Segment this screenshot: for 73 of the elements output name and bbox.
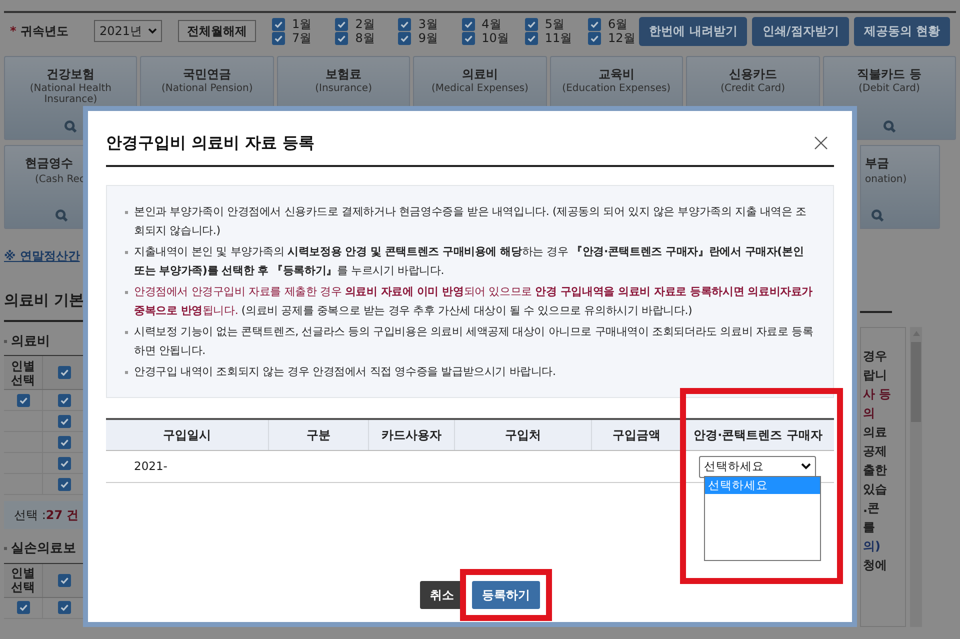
column-header: 인별 선택 (10, 358, 36, 388)
category-tile[interactable]: 부금 onation) (860, 145, 940, 229)
checkbox[interactable] (524, 18, 538, 30)
search-icon (55, 209, 68, 222)
month-label: 8월 (355, 30, 375, 47)
search-icon (64, 120, 78, 133)
month-label: 4월 (482, 16, 502, 33)
notice-panel: 경우 랍니 사 등 의 의료 공제 출한 있습 .콘 를 의) 청에 (860, 327, 906, 627)
year-select[interactable]: 2021년 (94, 20, 162, 42)
month-label: 6월 (608, 16, 628, 33)
checkbox[interactable] (16, 394, 30, 406)
checkbox[interactable] (398, 18, 412, 30)
month-label: 9월 (418, 30, 438, 47)
info-link[interactable]: ※ 연말정산간 (4, 249, 80, 263)
clear-months-button[interactable]: 전체월해제 (178, 20, 256, 42)
toolbar-button[interactable]: 한번에 내려받기 (639, 16, 748, 46)
checkbox[interactable] (588, 32, 602, 44)
column-header: 안경·콘택트렌즈 구매자 (681, 420, 834, 450)
table-cell-text: 2021- (133, 458, 168, 475)
checkbox[interactable] (58, 366, 70, 379)
column-header: 구분 (268, 420, 368, 450)
checkbox[interactable] (16, 601, 30, 614)
checkbox[interactable] (58, 394, 70, 406)
column-header: 구입일시 (162, 427, 212, 444)
month-label: 10월 (482, 30, 509, 47)
search-icon (871, 209, 884, 222)
close-button[interactable] (814, 135, 830, 151)
checkbox[interactable] (462, 18, 475, 30)
checkbox[interactable] (524, 32, 538, 44)
chevron-down-icon (148, 28, 158, 34)
month-label: 3월 (418, 16, 438, 33)
scroll-thumb[interactable] (911, 342, 921, 422)
checkbox[interactable] (588, 18, 602, 30)
notice-text: 지출내역이 본인 및 부양가족의 시력보정용 안경 및 콘택트렌즈 구매비용에 해당하는 경우 『안경·콘택트렌즈 구매자』란에서 구매자(본인 또는 부양가족)를 선택한 후 『등록하기』를 누르시기 바랍니다. (134, 244, 805, 279)
checkbox[interactable] (58, 601, 70, 614)
checkbox[interactable] (58, 436, 70, 448)
checkbox[interactable] (398, 32, 412, 44)
subsection-title: 의료비 (11, 332, 50, 350)
column-header: 인별 선택 (10, 565, 36, 596)
checkbox[interactable] (272, 32, 286, 44)
column-header: 구입금액 (591, 420, 681, 450)
toolbar-button[interactable]: 제공동의 현황 (854, 16, 950, 46)
checkbox[interactable] (335, 32, 348, 44)
year-label: * 귀속년도 (10, 23, 68, 40)
checkbox[interactable] (58, 414, 70, 428)
notice-text: 안경점에서 안경구입비 자료를 제출한 경우 의료비 자료에 이미 반영되어 있으므로 안경 구입내역을 의료비 자료로 등록하시면 의료비자료가 중복으로 반영됩니다. (의료비 공제를 중복으로 받는 경우 추후 가산세 대상이 될 수 있으므로 유의하시기 바랍니다.) (134, 284, 814, 319)
subsection-title: 실손의료보 (11, 540, 76, 558)
search-icon (882, 120, 896, 133)
checkbox[interactable] (58, 456, 70, 470)
checkbox[interactable] (462, 32, 475, 44)
checkbox[interactable] (58, 478, 70, 490)
checkbox[interactable] (272, 18, 286, 30)
scrollbar[interactable] (910, 327, 922, 627)
notice-text: 시력보정 기능이 없는 콘택트렌즈, 선글라스 등의 구입비용은 의료비 세액공제 대상이 아니므로 구매내역이 조회되더라도 의료비 자료로 등록하면 안됩니다. (134, 324, 814, 359)
month-label: 12월 (608, 30, 636, 47)
checkbox[interactable] (58, 574, 70, 586)
column-header: 카드사용자 (368, 420, 454, 450)
month-label: 1월 (292, 16, 312, 33)
dropdown-option[interactable]: 선택하세요 (705, 477, 820, 494)
notice-text: 본인과 부양가족이 안경점에서 신용카드로 결제하거나 현금영수증을 받은 내역입니다. (제공동의 되어 있지 않은 부양가족의 지출 내역은 조회되지 않습니다.) (134, 204, 808, 239)
category-tile[interactable]: 현금영수 (Cash Rec (4, 145, 85, 229)
chevron-down-icon (801, 463, 811, 470)
submit-button[interactable]: 등록하기 (472, 581, 540, 609)
month-label: 5월 (544, 16, 564, 33)
month-label: 11월 (544, 30, 572, 47)
toolbar-button[interactable]: 인쇄/점자받기 (752, 16, 849, 46)
selection-summary: 선택 :27 건 (4, 501, 85, 529)
month-label: 2월 (355, 16, 375, 33)
section-heading: 의료비 기본 (4, 290, 85, 311)
notice-text: 안경구입 내역이 조회되지 않는 경우 안경점에서 직접 영수증을 발급받으시기 바랍니다. (134, 364, 556, 380)
month-label: 7월 (292, 30, 312, 47)
column-header: 구입처 (454, 420, 591, 450)
checkbox[interactable] (335, 18, 348, 30)
